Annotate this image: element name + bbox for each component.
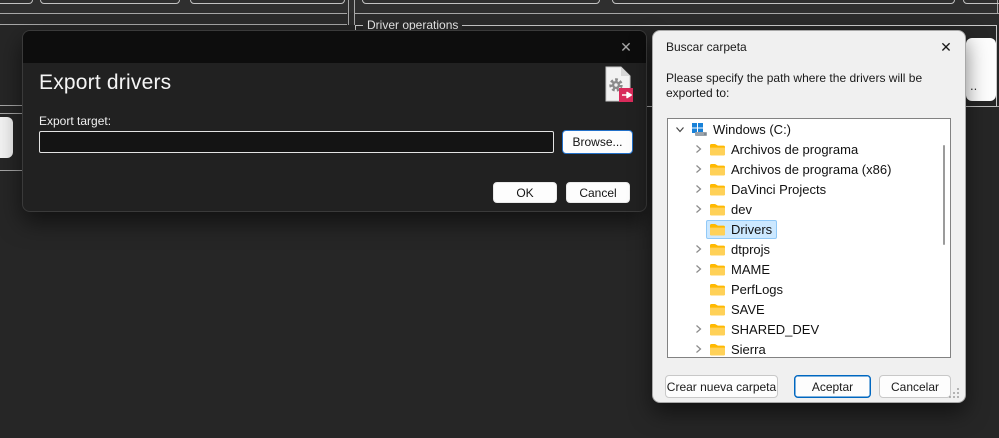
tree-item[interactable]: PerfLogs — [668, 279, 950, 299]
cancel-button[interactable]: Cancel — [566, 182, 630, 203]
folder-icon — [709, 162, 726, 177]
chevron-spacer — [690, 281, 706, 297]
tree-item[interactable]: dtprojs — [668, 239, 950, 259]
tree-item-content[interactable]: SAVE — [706, 300, 770, 319]
tree-scrollbar[interactable] — [943, 145, 945, 245]
chevron-right-icon[interactable] — [690, 341, 706, 357]
folder-icon — [709, 242, 726, 257]
chevron-right-icon[interactable] — [690, 241, 706, 257]
chevron-right-icon[interactable] — [690, 141, 706, 157]
tree-item-label: DaVinci Projects — [731, 182, 826, 197]
export-dialog-title: Export drivers — [39, 71, 171, 95]
tree-item-selected[interactable]: Drivers — [706, 220, 777, 239]
chevron-right-icon[interactable] — [690, 181, 706, 197]
accept-button[interactable]: Aceptar — [794, 375, 871, 398]
export-target-input[interactable] — [39, 131, 554, 153]
export-drivers-icon — [603, 65, 635, 105]
tree-item-label: SAVE — [731, 302, 765, 317]
tree-item-label: dtprojs — [731, 242, 770, 257]
background-cropped-button — [963, 0, 999, 4]
folder-browser-dialog: Buscar carpeta ✕ Please specify the path… — [652, 30, 966, 403]
background-groupbox-border — [354, 0, 355, 25]
tree-item[interactable]: SAVE — [668, 299, 950, 319]
chevron-spacer — [690, 221, 706, 237]
folder-dialog-title: Buscar carpeta — [666, 40, 747, 54]
resize-grip-icon[interactable] — [948, 386, 960, 398]
tree-item-label: dev — [731, 202, 752, 217]
tree-item-content[interactable]: SHARED_DEV — [706, 320, 824, 339]
export-drivers-dialog: ✕ Export drivers Export target: Browse..… — [22, 30, 647, 212]
folder-tree[interactable]: Windows (C:) Archivos de programa Archivos… — [667, 118, 951, 358]
folder-icon — [709, 322, 726, 337]
export-dialog-titlebar: ✕ — [23, 31, 646, 63]
close-icon[interactable]: ✕ — [616, 38, 636, 56]
tree-item[interactable]: MAME — [668, 259, 950, 279]
background-divider-line — [0, 13, 347, 14]
chevron-right-icon[interactable] — [690, 261, 706, 277]
background-cropped-button — [0, 0, 33, 4]
tree-item-content[interactable]: PerfLogs — [706, 280, 788, 299]
folder-icon — [709, 262, 726, 277]
export-target-label: Export target: — [39, 114, 111, 128]
tree-item[interactable]: Sierra — [668, 339, 950, 358]
background-cropped-button — [190, 0, 345, 4]
background-groupbox-edge — [0, 24, 347, 25]
ok-button[interactable]: OK — [493, 182, 557, 203]
tree-item[interactable]: dev — [668, 199, 950, 219]
background-line-fragment — [966, 106, 999, 107]
tree-item-label: Archivos de programa (x86) — [731, 162, 891, 177]
background-cropped-button — [362, 0, 600, 4]
tree-item[interactable]: Archivos de programa — [668, 139, 950, 159]
folder-icon — [709, 342, 726, 357]
background-browse-button-fragment[interactable]: .. — [966, 38, 996, 101]
folder-icon — [709, 182, 726, 197]
tree-item-content[interactable]: Archivos de programa (x86) — [706, 160, 896, 179]
folder-icon — [709, 202, 726, 217]
chevron-down-icon[interactable] — [672, 121, 688, 137]
background-groupbox-border — [997, 0, 998, 13]
background-divider-line — [355, 13, 999, 14]
tree-item-content[interactable]: Archivos de programa — [706, 140, 863, 159]
close-icon[interactable]: ✕ — [935, 37, 957, 57]
folder-icon — [709, 222, 726, 237]
background-line-fragment — [0, 113, 22, 114]
chevron-spacer — [690, 301, 706, 317]
tree-item-label: MAME — [731, 262, 770, 277]
tree-item[interactable]: SHARED_DEV — [668, 319, 950, 339]
drive-icon — [691, 122, 708, 137]
tree-item[interactable]: Archivos de programa (x86) — [668, 159, 950, 179]
tree-item[interactable]: Windows (C:) — [668, 119, 950, 139]
tree-item-label: Sierra — [731, 342, 766, 357]
background-line-fragment — [0, 170, 22, 171]
background-button-fragment[interactable] — [0, 117, 13, 158]
chevron-right-icon[interactable] — [690, 201, 706, 217]
tree-item[interactable]: DaVinci Projects — [668, 179, 950, 199]
cancel-button[interactable]: Cancelar — [879, 375, 951, 398]
folder-icon — [709, 142, 726, 157]
folder-icon — [709, 302, 726, 317]
background-cropped-button — [40, 0, 180, 4]
tree-item-label: Drivers — [731, 222, 772, 237]
chevron-right-icon[interactable] — [690, 321, 706, 337]
folder-icon — [709, 282, 726, 297]
tree-item-label: Archivos de programa — [731, 142, 858, 157]
folder-dialog-instruction: Please specify the path where the driver… — [666, 71, 958, 101]
tree-item-content[interactable]: dev — [706, 200, 757, 219]
tree-item-label: Windows (C:) — [713, 122, 791, 137]
browse-button[interactable]: Browse... — [562, 130, 633, 154]
tree-item-content[interactable]: MAME — [706, 260, 775, 279]
background-cropped-button — [612, 0, 955, 4]
tree-item-content[interactable]: Sierra — [706, 340, 771, 359]
tree-item-label: PerfLogs — [731, 282, 783, 297]
create-new-folder-button[interactable]: Crear nueva carpeta — [665, 375, 778, 398]
chevron-right-icon[interactable] — [690, 161, 706, 177]
tree-item-label: SHARED_DEV — [731, 322, 819, 337]
tree-item-content[interactable]: DaVinci Projects — [706, 180, 831, 199]
background-groupbox-border — [348, 0, 349, 25]
background-line-fragment — [0, 105, 22, 106]
tree-item-content[interactable]: Windows (C:) — [688, 120, 796, 139]
tree-item[interactable]: Drivers — [668, 219, 950, 239]
tree-item-content[interactable]: dtprojs — [706, 240, 775, 259]
